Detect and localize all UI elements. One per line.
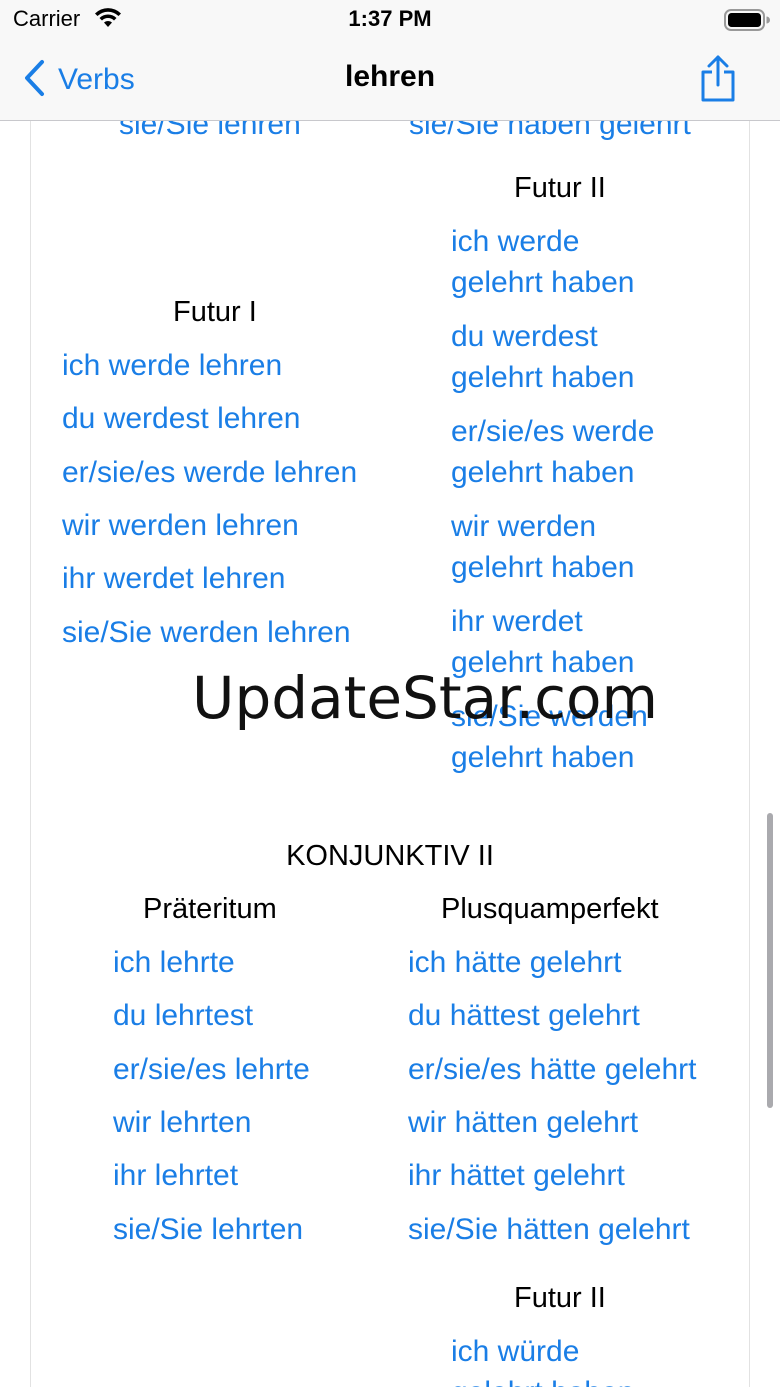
futur2-form-line2: gelehrt haben	[451, 551, 635, 584]
futur2-form-line2: gelehrt haben	[451, 361, 635, 394]
futur2-form-line1: ihr werdet	[451, 605, 583, 638]
plusquamperfekt-form[interactable]: er/sie/es hätte gelehrt	[408, 1052, 697, 1088]
battery-icon	[724, 9, 770, 36]
futur2-heading: Futur II	[514, 172, 606, 204]
praeteritum-heading: Präteritum	[143, 893, 277, 925]
futur2-form-line2: gelehrt haben	[451, 456, 635, 489]
konjunktiv2-heading: KONJUNKTIV II	[286, 840, 494, 872]
plusquamperfekt-form[interactable]: wir hätten gelehrt	[408, 1105, 638, 1141]
plusquamperfekt-heading: Plusquamperfekt	[441, 893, 659, 925]
futur2-form-line2: gelehrt haben	[451, 266, 635, 299]
futur1-form[interactable]: ich werde lehren	[62, 348, 282, 384]
share-icon	[698, 55, 738, 108]
status-bar: Carrier 1:37 PM	[0, 0, 780, 40]
futur1-form[interactable]: wir werden lehren	[62, 508, 299, 544]
futur1-form[interactable]: ihr werdet lehren	[62, 561, 285, 597]
share-button[interactable]	[698, 54, 738, 109]
page-title: lehren	[344, 60, 436, 93]
conjugation-card: sie/Sie lehren sie/Sie haben gelehrt Fut…	[30, 121, 750, 1387]
futur1-form[interactable]: er/sie/es werde lehren	[62, 455, 357, 491]
konjunktiv2-futur2-heading: Futur II	[514, 1282, 606, 1314]
plusquamperfekt-form[interactable]: ich hätte gelehrt	[408, 945, 621, 981]
status-time: 1:37 PM	[348, 6, 432, 31]
plusquamperfekt-form[interactable]: du hättest gelehrt	[408, 998, 640, 1034]
futur2-form-line1: er/sie/es werde	[451, 415, 655, 448]
plusquamperfekt-form[interactable]: sie/Sie hätten gelehrt	[408, 1212, 690, 1248]
futur2-form-line2: gelehrt haben	[451, 741, 635, 774]
navigation-bar: Verbs lehren	[0, 40, 780, 121]
konjunktiv2-futur2-form[interactable]: ich würde gelehrt haben	[451, 1331, 635, 1387]
praeteritum-form[interactable]: ihr lehrtet	[113, 1158, 238, 1194]
futur2-form-line1: ich werde	[451, 225, 580, 258]
futur2-form[interactable]: wir werden gelehrt haben	[451, 506, 635, 588]
konjunktiv2-futur2-form-line1: ich würde	[451, 1335, 580, 1368]
futur2-form[interactable]: du werdest gelehrt haben	[451, 316, 635, 398]
praeteritum-form[interactable]: wir lehrten	[113, 1105, 251, 1141]
clipped-form-left[interactable]: sie/Sie lehren	[119, 121, 301, 143]
watermark-text: UpdateStar.com	[192, 664, 658, 732]
praeteritum-form[interactable]: er/sie/es lehrte	[113, 1052, 310, 1088]
futur1-heading: Futur I	[173, 296, 257, 328]
futur1-form[interactable]: du werdest lehren	[62, 401, 300, 437]
konjunktiv2-futur2-form-line2: gelehrt haben	[451, 1372, 635, 1387]
futur2-form[interactable]: ich werde gelehrt haben	[451, 221, 635, 303]
futur1-form[interactable]: sie/Sie werden lehren	[62, 615, 351, 651]
clipped-form-right[interactable]: sie/Sie haben gelehrt	[409, 121, 691, 143]
praeteritum-form[interactable]: ich lehrte	[113, 945, 235, 981]
praeteritum-form[interactable]: sie/Sie lehrten	[113, 1212, 303, 1248]
futur2-form-line1: du werdest	[451, 320, 598, 353]
futur2-form-line1: wir werden	[451, 510, 597, 543]
scrollbar[interactable]	[767, 813, 773, 1108]
conjugation-table[interactable]: sie/Sie lehren sie/Sie haben gelehrt Fut…	[0, 121, 780, 1387]
futur2-form[interactable]: er/sie/es werde gelehrt haben	[451, 411, 654, 493]
plusquamperfekt-form[interactable]: ihr hättet gelehrt	[408, 1158, 625, 1194]
praeteritum-form[interactable]: du lehrtest	[113, 998, 253, 1034]
